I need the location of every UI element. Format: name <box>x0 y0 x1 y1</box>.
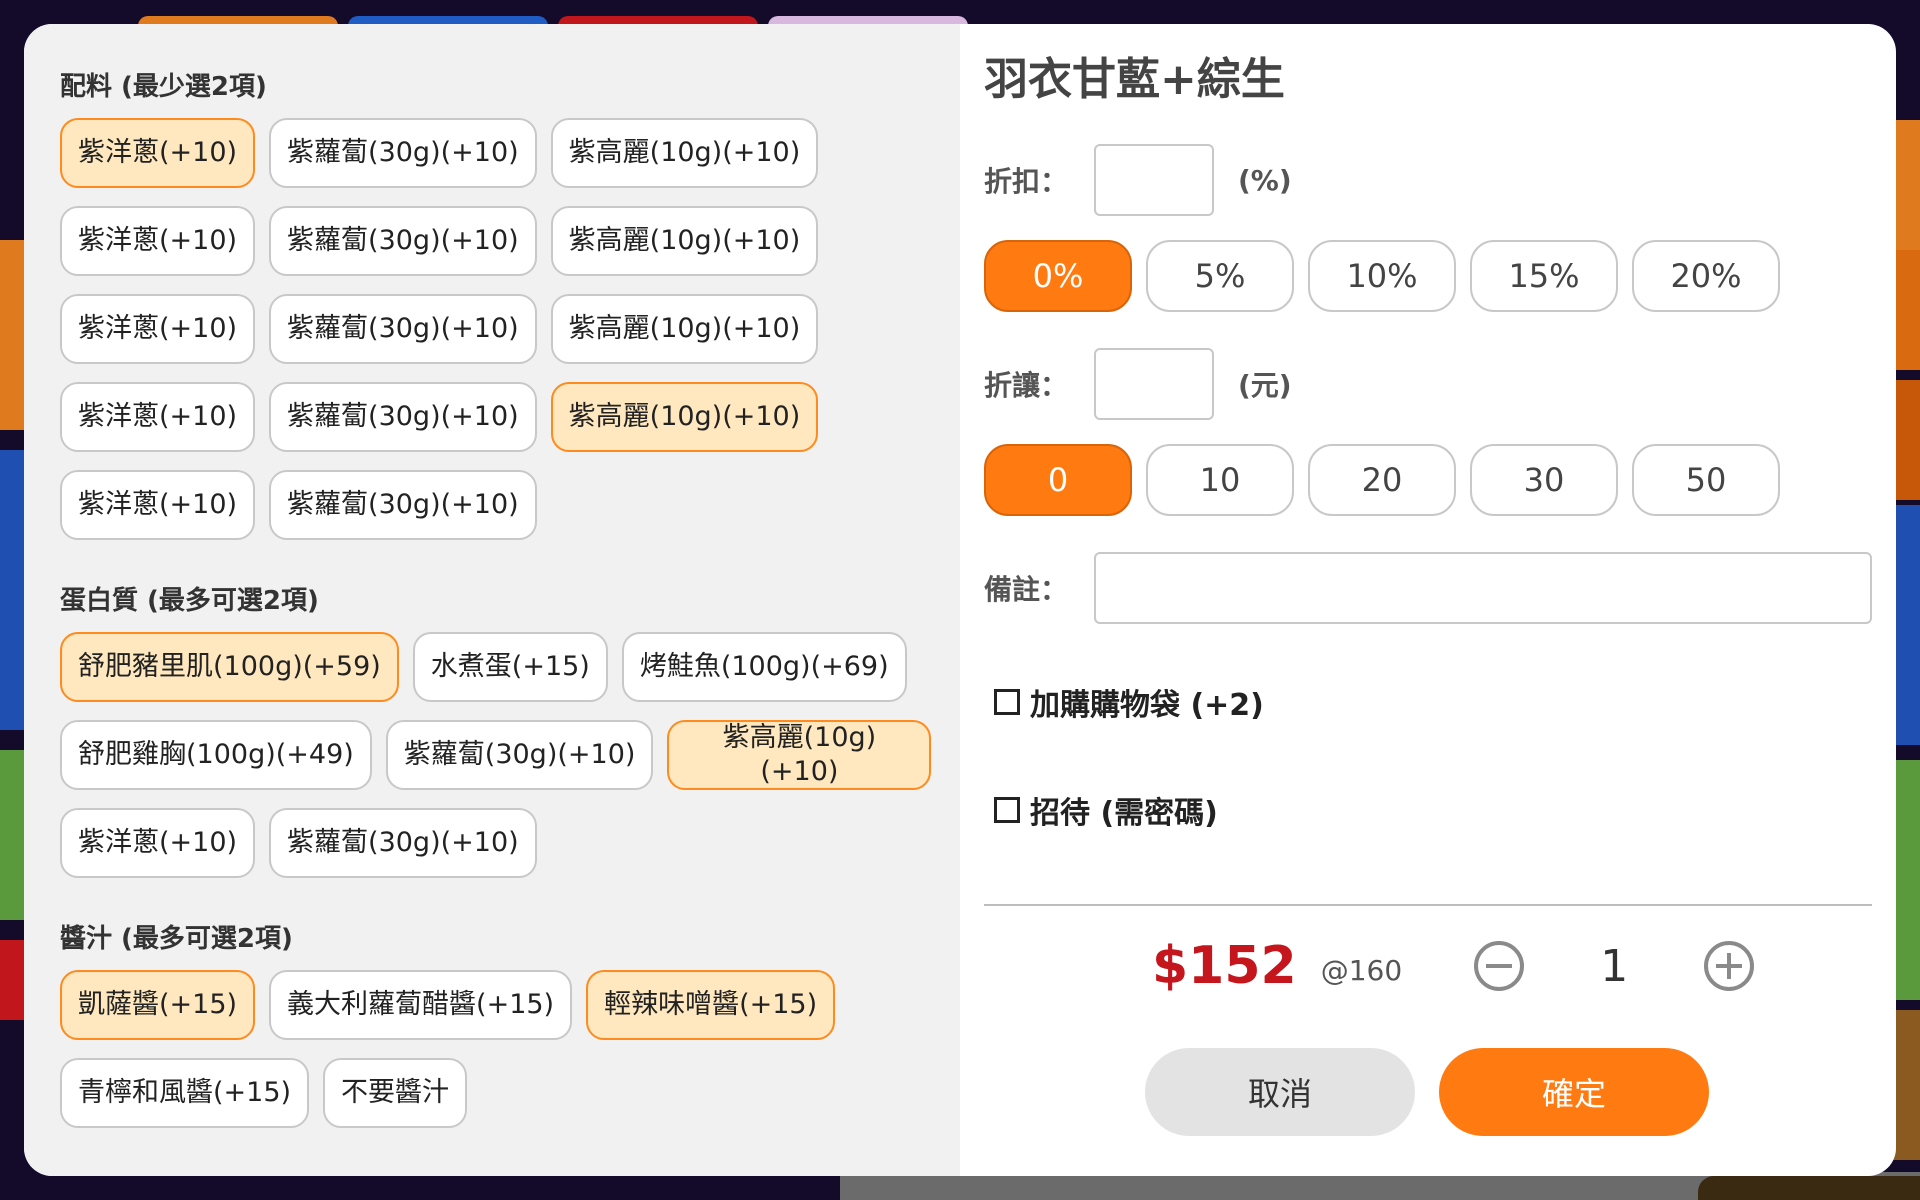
background-tile <box>0 940 24 1020</box>
option-chip[interactable]: 紫蘿蔔(30g)(+10) <box>269 294 537 364</box>
discount-amount-option-button[interactable]: 20 <box>1308 444 1456 516</box>
option-chip[interactable]: 紫洋蔥(+10) <box>60 470 256 540</box>
product-title: 羽衣甘藍+綜生 <box>984 54 1285 105</box>
note-row: 備註： <box>984 552 1872 624</box>
section-title: 配料 (最少選2項) <box>60 72 267 102</box>
discount-amount-option-button[interactable]: 10 <box>1146 444 1294 516</box>
option-chip-group: 凱薩醬(+15) 義大利蘿蔔醋醬(+15) 輕辣味噌醬(+15) 青檸和風醬(+15)… <box>60 970 940 1128</box>
plus-icon-vertical <box>1727 953 1732 979</box>
option-chip-group: 紫洋蔥(+10) 紫蘿蔔(30g)(+10) 紫高麗(10g)(+10) 紫洋蔥(+1… <box>60 118 940 540</box>
price-row: $152 @160 1 <box>984 906 1872 1026</box>
option-chip[interactable]: 紫洋蔥(+10) <box>60 206 256 276</box>
option-chip[interactable]: 紫蘿蔔(30g)(+10) <box>269 808 537 878</box>
options-panel[interactable]: 配料 (最少選2項) 紫洋蔥(+10) 紫蘿蔔(30g)(+10) 紫高麗(10g)(… <box>24 24 960 1176</box>
minus-icon <box>1486 964 1513 968</box>
total-price: $152 <box>1152 936 1297 996</box>
treat-checkbox-label[interactable]: 招待 (需密碼) <box>1030 788 1218 832</box>
option-chip[interactable]: 輕辣味噌醬(+15) <box>586 970 836 1040</box>
option-chip[interactable]: 凱薩醬(+15) <box>60 970 256 1040</box>
discount-amount-option-button[interactable]: 30 <box>1470 444 1618 516</box>
discount-amount-options: 0 10 20 30 50 <box>984 444 1872 516</box>
option-chip-group: 舒肥豬里肌(100g)(+59) 水煮蛋(+15) 烤鮭魚(100g)(+69) 舒肥… <box>60 632 940 878</box>
discount-percent-label: 折扣： <box>984 165 1069 198</box>
background-tile <box>0 450 24 730</box>
note-input[interactable] <box>1094 552 1872 624</box>
option-chip[interactable]: 烤鮭魚(100g)(+69) <box>621 632 907 702</box>
option-chip[interactable]: 紫洋蔥(+10) <box>60 808 256 878</box>
option-chip[interactable]: 紫洋蔥(+10) <box>60 118 256 188</box>
section-title: 蛋白質 (最多可選2項) <box>60 586 319 616</box>
discount-amount-row: 折讓： (元) <box>984 348 1872 420</box>
discount-percent-unit: (%) <box>1238 163 1292 197</box>
discount-percent-input[interactable] <box>1094 144 1214 216</box>
quantity-value: 1 <box>1600 940 1629 992</box>
order-item-modal: 配料 (最少選2項) 紫洋蔥(+10) 紫蘿蔔(30g)(+10) 紫高麗(10g)(… <box>24 24 1896 1176</box>
treat-checkbox[interactable] <box>994 797 1020 823</box>
note-label: 備註： <box>984 573 1069 606</box>
options-scroll-area[interactable]: 配料 (最少選2項) 紫洋蔥(+10) 紫蘿蔔(30g)(+10) 紫高麗(10g)(… <box>60 70 940 1170</box>
details-panel: 羽衣甘藍+綜生 折扣： (%) 0% 5% 10% 15% 20% 折讓： (元) 01… <box>960 24 1896 1176</box>
bag-checkbox[interactable] <box>994 689 1020 715</box>
discount-percent-option-button[interactable]: 10% <box>1308 240 1456 312</box>
discount-amount-option-button[interactable]: 0 <box>984 444 1132 516</box>
option-chip[interactable]: 舒肥雞胸(100g)(+49) <box>60 720 372 790</box>
discount-percent-row: 折扣： (%) <box>984 144 1872 216</box>
discount-percent-options: 0% 5% 10% 15% 20% <box>984 240 1872 312</box>
option-chip[interactable]: 舒肥豬里肌(100g)(+59) <box>60 632 399 702</box>
option-chip[interactable]: 青檸和風醬(+15) <box>60 1058 310 1128</box>
option-chip[interactable]: 紫高麗(10g)(+10) <box>667 720 932 790</box>
background-tile <box>0 240 24 430</box>
confirm-button[interactable]: 確定 <box>1439 1048 1709 1136</box>
discount-amount-option-button[interactable]: 50 <box>1632 444 1780 516</box>
decrease-quantity-button[interactable] <box>1474 941 1525 991</box>
option-chip[interactable]: 紫高麗(10g)(+10) <box>550 294 819 364</box>
discount-percent-option-button[interactable]: 20% <box>1632 240 1780 312</box>
treat-checkbox-row[interactable]: 招待 (需密碼) <box>984 780 1872 840</box>
action-buttons: 取消 確定 <box>984 1048 1872 1136</box>
unit-price: @160 <box>1320 953 1403 987</box>
option-chip[interactable]: 義大利蘿蔔醋醬(+15) <box>269 970 573 1040</box>
discount-percent-option-button[interactable]: 15% <box>1470 240 1618 312</box>
discount-amount-label: 折讓： <box>984 369 1069 402</box>
discount-percent-option-button[interactable]: 0% <box>984 240 1132 312</box>
option-chip[interactable]: 紫蘿蔔(30g)(+10) <box>269 470 537 540</box>
bag-checkbox-row[interactable]: 加購購物袋 (+2) <box>984 672 1872 732</box>
background-footer-badge <box>1698 1176 1920 1200</box>
increase-quantity-button[interactable] <box>1704 941 1755 991</box>
option-chip[interactable]: 水煮蛋(+15) <box>412 632 608 702</box>
option-chip[interactable]: 不要醬汁 <box>323 1058 468 1128</box>
background-tile <box>0 750 24 920</box>
option-chip[interactable]: 紫高麗(10g)(+10) <box>550 206 819 276</box>
option-chip[interactable]: 紫蘿蔔(30g)(+10) <box>269 382 537 452</box>
option-chip[interactable]: 紫洋蔥(+10) <box>60 382 256 452</box>
option-chip[interactable]: 紫蘿蔔(30g)(+10) <box>385 720 654 790</box>
discount-amount-input[interactable] <box>1094 348 1214 420</box>
option-chip[interactable]: 紫高麗(10g)(+10) <box>550 382 819 452</box>
discount-amount-unit: (元) <box>1238 369 1292 402</box>
discount-percent-option-button[interactable]: 5% <box>1146 240 1294 312</box>
cancel-button[interactable]: 取消 <box>1145 1048 1415 1136</box>
option-chip[interactable]: 紫洋蔥(+10) <box>60 294 256 364</box>
option-chip[interactable]: 紫高麗(10g)(+10) <box>550 118 819 188</box>
bag-checkbox-label[interactable]: 加購購物袋 (+2) <box>1030 680 1264 724</box>
option-chip[interactable]: 紫蘿蔔(30g)(+10) <box>269 118 537 188</box>
option-chip[interactable]: 紫蘿蔔(30g)(+10) <box>269 206 537 276</box>
section-title: 醬汁 (最多可選2項) <box>60 924 293 954</box>
